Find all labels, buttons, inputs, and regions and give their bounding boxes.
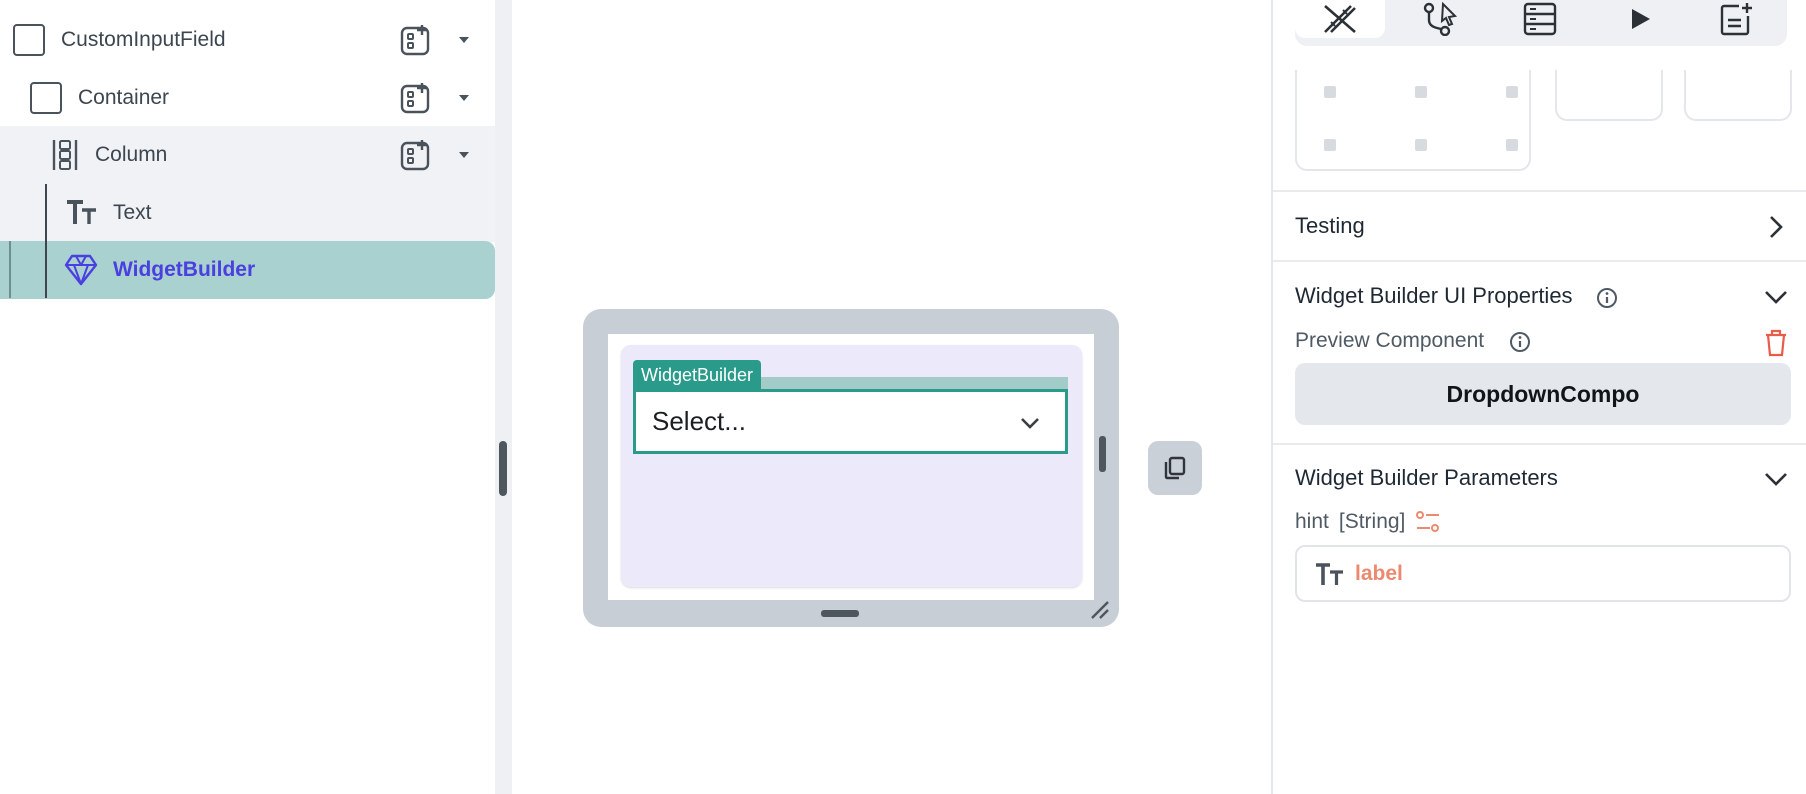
copy-icon <box>1164 456 1186 480</box>
align-dot[interactable] <box>1324 86 1336 98</box>
spacing-box[interactable] <box>1684 70 1792 121</box>
device-screen: WidgetBuilder Select... <box>608 334 1094 600</box>
left-panel-splitter[interactable] <box>495 0 512 794</box>
panel-tab-bar <box>1295 0 1787 46</box>
align-dot[interactable] <box>1415 139 1427 151</box>
chevron-down-icon[interactable] <box>1763 470 1789 488</box>
design-canvas: WidgetBuilder Select... <box>512 0 1271 794</box>
device-width-handle[interactable] <box>1099 436 1106 472</box>
align-dot[interactable] <box>1415 86 1427 98</box>
trash-icon[interactable] <box>1764 329 1788 357</box>
tree-item-container[interactable]: Container <box>0 69 495 127</box>
widget-builder-tag[interactable]: WidgetBuilder <box>633 360 762 390</box>
chevron-down-icon <box>1021 418 1039 429</box>
parameter-value: label <box>1355 561 1403 585</box>
play-icon <box>1632 9 1650 29</box>
container-icon <box>13 24 45 56</box>
align-dot[interactable] <box>1506 139 1518 151</box>
tree-item-column[interactable]: Column <box>0 126 495 184</box>
section-divider <box>1273 443 1806 445</box>
tree-item-widgetbuilder[interactable]: WidgetBuilder <box>0 241 495 299</box>
dropdown-field[interactable]: Select... <box>633 389 1068 454</box>
ruler-pencil-icon <box>1324 5 1356 33</box>
dropdown-value: Select... <box>652 406 746 436</box>
tree-item-custominputfield[interactable]: CustomInputField <box>0 11 495 69</box>
tree-guide-line <box>45 184 47 298</box>
component-preview[interactable]: WidgetBuilder Select... <box>621 345 1082 587</box>
tree-item-label: Container <box>78 86 170 109</box>
tree-guide-line <box>9 241 11 298</box>
resize-corner-icon[interactable] <box>1089 599 1111 621</box>
parameter-type: [String] <box>1338 510 1406 533</box>
tree-item-label: WidgetBuilder <box>113 258 256 281</box>
align-dot[interactable] <box>1506 86 1518 98</box>
tab-backend[interactable] <box>1495 0 1585 38</box>
spacing-box[interactable] <box>1555 70 1663 121</box>
section-divider <box>1273 190 1806 192</box>
add-child-icon[interactable] <box>400 82 432 114</box>
alignment-grid[interactable] <box>1295 70 1531 171</box>
text-icon <box>1316 563 1343 585</box>
widget-tree-panel: CustomInputField Container Column Text W… <box>0 0 495 794</box>
parameter-value-field[interactable]: label <box>1295 545 1791 602</box>
parameter-name: hint <box>1295 510 1329 533</box>
ui-properties-title[interactable]: Widget Builder UI Properties <box>1295 283 1573 309</box>
info-icon[interactable] <box>1509 331 1531 353</box>
caret-down-icon[interactable] <box>457 150 471 160</box>
variable-settings-icon[interactable] <box>1415 510 1441 534</box>
device-height-handle[interactable] <box>821 610 859 617</box>
tree-item-label: Column <box>95 143 168 166</box>
tree-item-label: CustomInputField <box>61 28 226 51</box>
chevron-right-icon[interactable] <box>1767 214 1785 240</box>
align-dot[interactable] <box>1324 139 1336 151</box>
chevron-down-icon[interactable] <box>1763 288 1789 306</box>
container-icon <box>30 82 62 114</box>
tree-item-label: Text <box>113 201 152 224</box>
copy-button[interactable] <box>1148 441 1202 495</box>
column-icon <box>52 140 78 170</box>
notes-add-icon <box>1720 3 1752 36</box>
action-flow-icon <box>1423 2 1458 36</box>
add-child-icon[interactable] <box>400 24 432 56</box>
preview-component-label: Preview Component <box>1295 329 1485 352</box>
preview-component-selector[interactable]: DropdownCompo <box>1295 363 1791 425</box>
tab-actions[interactable] <box>1395 0 1485 38</box>
parameter-row: hint [String] <box>1295 510 1441 534</box>
info-icon[interactable] <box>1596 287 1618 309</box>
tree-item-text[interactable]: Text <box>0 184 495 242</box>
testing-section-title[interactable]: Testing <box>1295 213 1365 239</box>
widget-builder-icon <box>64 254 98 286</box>
caret-down-icon[interactable] <box>457 35 471 45</box>
properties-panel: Testing Widget Builder UI Properties Pre… <box>1271 0 1806 794</box>
parameters-title[interactable]: Widget Builder Parameters <box>1295 465 1558 491</box>
device-frame: WidgetBuilder Select... <box>583 309 1119 627</box>
section-divider <box>1273 260 1806 262</box>
splitter-handle[interactable] <box>499 441 507 496</box>
tab-run[interactable] <box>1595 0 1685 38</box>
tab-notes[interactable] <box>1691 0 1781 38</box>
text-icon <box>67 200 96 224</box>
caret-down-icon[interactable] <box>457 93 471 103</box>
add-child-icon[interactable] <box>400 139 432 171</box>
database-icon <box>1523 2 1557 36</box>
tab-properties[interactable] <box>1295 0 1385 38</box>
